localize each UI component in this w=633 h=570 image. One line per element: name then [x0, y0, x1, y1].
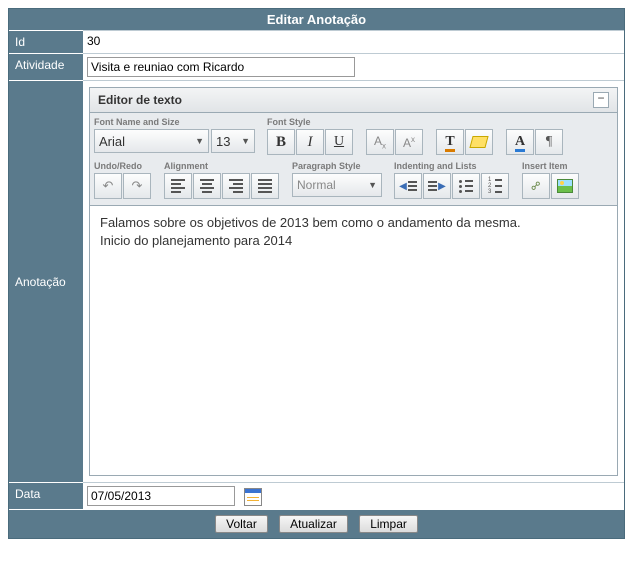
align-left-button[interactable] — [164, 173, 192, 199]
label-data: Data — [9, 483, 83, 510]
underline-button[interactable]: U — [325, 129, 353, 155]
paragraph-style-select[interactable]: Normal▼ — [292, 173, 382, 197]
editor-content[interactable]: Falamos sobre os objetivos de 2013 bem c… — [90, 206, 617, 475]
subscript-icon: Ax — [374, 134, 386, 150]
bold-button[interactable]: B — [267, 129, 295, 155]
superscript-button[interactable]: Ax — [395, 129, 423, 155]
bullet-list-icon — [459, 180, 473, 193]
data-input[interactable] — [87, 486, 235, 506]
undo-icon: ↶ — [103, 178, 114, 194]
group-label-paragraph: Paragraph Style — [292, 161, 382, 171]
font-size-select[interactable]: 13▼ — [211, 129, 255, 153]
chevron-down-icon: ▼ — [195, 136, 204, 146]
align-justify-icon — [258, 179, 272, 193]
group-label-align: Alignment — [164, 161, 280, 171]
redo-icon: ↷ — [132, 178, 143, 194]
group-label-style: Font Style — [267, 117, 354, 127]
image-icon — [557, 179, 573, 193]
group-label-insert: Insert Item — [522, 161, 580, 171]
align-center-button[interactable] — [193, 173, 221, 199]
font-name-select[interactable]: Arial▼ — [94, 129, 209, 153]
atividade-input[interactable] — [87, 57, 355, 77]
calendar-icon[interactable] — [244, 488, 262, 506]
font-color-icon: T — [445, 134, 454, 150]
group-label-undo: Undo/Redo — [94, 161, 152, 171]
pilcrow-icon: ¶ — [546, 134, 552, 150]
limpar-button[interactable]: Limpar — [359, 515, 418, 533]
editor-toolbar: Font Name and Size Arial▼ 13▼ — [90, 113, 617, 206]
editor-title: Editor de texto — [98, 93, 182, 107]
italic-button[interactable]: I — [296, 129, 324, 155]
outdent-button[interactable]: ◀ — [394, 173, 422, 199]
content-line: Inicio do planejamento para 2014 — [100, 232, 607, 250]
number-list-button[interactable]: 123 — [481, 173, 509, 199]
chevron-down-icon: ▼ — [368, 180, 377, 190]
insert-image-button[interactable] — [551, 173, 579, 199]
undo-button[interactable]: ↶ — [94, 173, 122, 199]
highlight-button[interactable] — [465, 129, 493, 155]
superscript-icon: Ax — [403, 135, 415, 150]
group-label-indent: Indenting and Lists — [394, 161, 510, 171]
indent-button[interactable]: ▶ — [423, 173, 451, 199]
align-right-icon — [229, 179, 243, 193]
highlight-icon — [469, 136, 488, 148]
italic-icon: I — [308, 134, 313, 151]
link-icon: ⚯ — [527, 177, 544, 194]
content-line: Falamos sobre os objetivos de 2013 bem c… — [100, 214, 607, 232]
subscript-button[interactable]: Ax — [366, 129, 394, 155]
align-center-icon — [200, 179, 214, 193]
redo-button[interactable]: ↷ — [123, 173, 151, 199]
number-list-icon: 123 — [488, 178, 502, 194]
chevron-down-icon: ▼ — [241, 136, 250, 146]
remove-format-icon: A — [515, 134, 525, 150]
value-id: 30 — [83, 31, 624, 54]
outdent-icon: ◀ — [399, 181, 417, 192]
align-justify-button[interactable] — [251, 173, 279, 199]
underline-icon: U — [334, 134, 344, 150]
indent-icon: ▶ — [428, 181, 446, 192]
remove-format-button[interactable]: A — [506, 129, 534, 155]
insert-link-button[interactable]: ⚯ — [522, 173, 550, 199]
align-right-button[interactable] — [222, 173, 250, 199]
label-anotacao: Anotação — [9, 81, 83, 483]
align-left-icon — [171, 179, 185, 193]
rich-text-editor: Editor de texto − Font Name and Size Ari… — [89, 87, 618, 476]
label-atividade: Atividade — [9, 54, 83, 81]
voltar-button[interactable]: Voltar — [215, 515, 268, 533]
font-color-button[interactable]: T — [436, 129, 464, 155]
dialog-title: Editar Anotação — [9, 9, 624, 30]
editor-minimize-button[interactable]: − — [593, 92, 609, 108]
group-label-font: Font Name and Size — [94, 117, 255, 127]
label-id: Id — [9, 31, 83, 54]
bold-icon: B — [276, 134, 286, 151]
atualizar-button[interactable]: Atualizar — [279, 515, 348, 533]
show-marks-button[interactable]: ¶ — [535, 129, 563, 155]
bullet-list-button[interactable] — [452, 173, 480, 199]
